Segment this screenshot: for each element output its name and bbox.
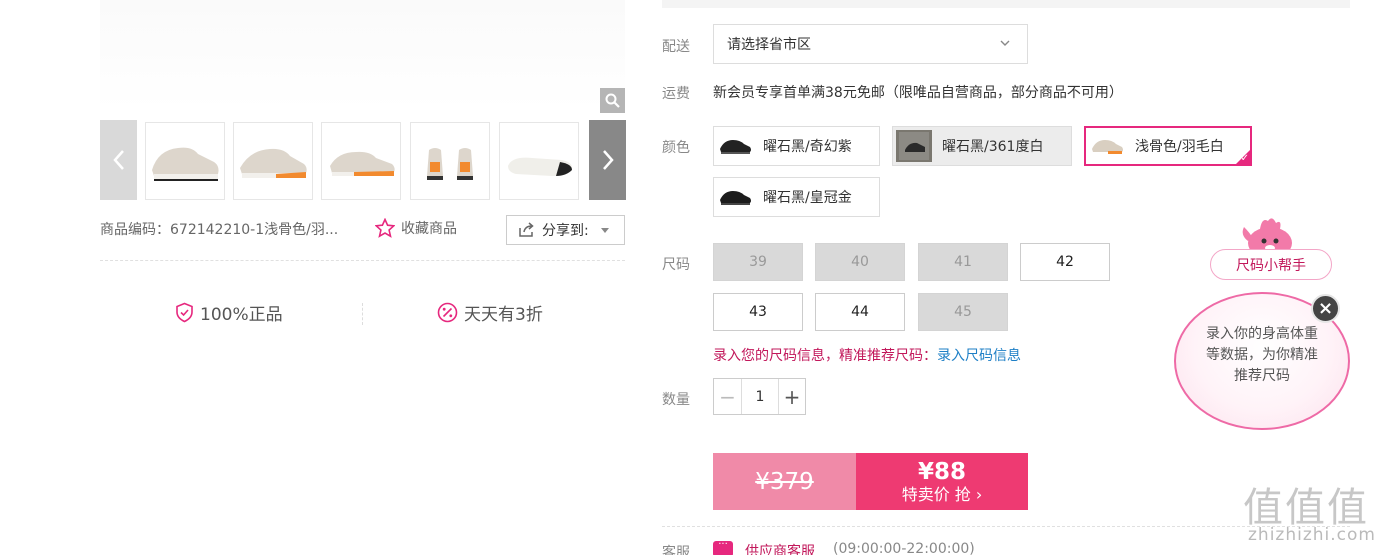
shoe-back-view-icon (427, 148, 473, 180)
service-label: 客服 (662, 545, 690, 555)
thumbnail-1[interactable] (145, 122, 225, 200)
chat-icon[interactable]: ··· (713, 540, 733, 555)
divider (362, 303, 363, 325)
freight-label: 运费 (662, 86, 690, 102)
thumbnail-4[interactable] (410, 122, 490, 200)
delivery-label: 配送 (662, 39, 690, 55)
color-option-label: 浅骨色/羽毛白 (1135, 139, 1224, 155)
quantity-increase-button[interactable]: + (778, 379, 805, 414)
size-option[interactable]: 44 (815, 293, 905, 331)
divider (100, 260, 625, 261)
region-value: 请选择省市区 (727, 37, 811, 53)
main-product-photo[interactable] (100, 0, 625, 110)
percent-badge-icon (437, 302, 458, 323)
freight-text: 新会员专享首单满38元免邮（限唯品自营商品，部分商品不可用） (713, 85, 1123, 101)
quantity-decrease-button[interactable]: − (714, 379, 742, 414)
shoe-thumbnail-icon (717, 130, 753, 162)
close-icon[interactable]: × (1311, 294, 1340, 323)
star-icon (375, 218, 395, 238)
thumbnail-prev-button[interactable] (100, 120, 137, 200)
region-select[interactable]: 请选择省市区 (713, 24, 1028, 64)
zoom-icon[interactable] (600, 88, 625, 113)
thumbnail-next-button[interactable] (589, 120, 626, 200)
favorite-label: 收藏商品 (401, 221, 457, 237)
share-dropdown[interactable]: 分享到: (506, 215, 625, 245)
favorite-button[interactable]: 收藏商品 (375, 218, 457, 238)
color-option-selected[interactable]: 浅骨色/羽毛白 ✓ (1084, 126, 1252, 166)
share-label: 分享到: (542, 223, 589, 239)
size-option-disabled: 45 (918, 293, 1008, 331)
chevron-right-icon (602, 150, 614, 170)
quantity-label: 数量 (662, 392, 690, 408)
size-option-disabled: 40 (815, 243, 905, 281)
shield-check-icon (176, 302, 193, 323)
shoe-thumbnail-icon (1089, 130, 1125, 162)
shoe-photo-icon (896, 130, 932, 162)
watermark-url: zhizhizhi.com (1248, 525, 1376, 545)
price-banner-edge (662, 0, 1350, 8)
supplier-service-link[interactable]: 供应商客服 (745, 541, 815, 555)
shoe-side-view-icon (330, 151, 395, 176)
thumbnail-3[interactable] (321, 122, 401, 200)
shoe-side-view-icon (240, 148, 307, 178)
authentic-label: 100%正品 (200, 305, 283, 325)
sale-label: 特卖价 抢 › (901, 484, 983, 504)
chevron-down-icon (1000, 40, 1010, 46)
quantity-input[interactable]: 1 (742, 379, 778, 414)
enter-size-link[interactable]: 录入尺码信息 (937, 348, 1021, 364)
shoe-side-view-icon (152, 147, 219, 181)
color-option[interactable]: 曜石黑/皇冠金 (713, 177, 880, 217)
size-hint-text: 录入您的尺码信息，精准推荐尺码： (713, 348, 937, 364)
size-helper-title[interactable]: 尺码小帮手 (1210, 249, 1332, 280)
shoe-sole-view-icon (508, 157, 572, 176)
color-option[interactable]: 曜石黑/奇幻紫 (713, 126, 880, 166)
caret-down-icon (600, 227, 609, 233)
thumbnail-2[interactable] (233, 122, 313, 200)
sale-price-block[interactable]: ¥88 特卖价 抢 › (856, 453, 1028, 510)
color-option-label: 曜石黑/奇幻紫 (763, 139, 852, 155)
buy-button[interactable]: ¥379 ¥88 特卖价 抢 › (713, 453, 1028, 510)
product-code: 商品编码：672142210-1浅骨色/羽... (100, 222, 339, 238)
color-option-label: 曜石黑/361度白 (942, 139, 1044, 155)
sale-price: ¥88 (917, 459, 966, 486)
size-hint: 录入您的尺码信息，精准推荐尺码：录入尺码信息 (713, 345, 1021, 365)
color-option-label: 曜石黑/皇冠金 (763, 190, 852, 206)
check-icon: ✓ (1240, 153, 1249, 164)
color-option[interactable]: 曜石黑/361度白 (892, 126, 1072, 166)
size-option[interactable]: 43 (713, 293, 803, 331)
thumbnail-5[interactable] (499, 122, 579, 200)
size-option-disabled: 41 (918, 243, 1008, 281)
size-helper-message: 录入你的身高体重等数据，为你精准推荐尺码 (1206, 326, 1318, 384)
original-price: ¥379 (713, 453, 856, 510)
authentic-guarantee: 100%正品 (175, 300, 283, 325)
color-label: 颜色 (662, 140, 690, 156)
share-icon (519, 222, 534, 237)
size-option[interactable]: 42 (1020, 243, 1110, 281)
chevron-left-icon (112, 150, 124, 170)
size-label: 尺码 (662, 257, 690, 273)
discount-label: 天天有3折 (464, 305, 543, 325)
quantity-stepper: − 1 + (713, 378, 806, 415)
service-hours: (09:00:00-22:00:00) (833, 541, 975, 555)
shoe-thumbnail-icon (717, 181, 753, 213)
discount-promise: 天天有3折 (437, 300, 543, 325)
size-option-disabled: 39 (713, 243, 803, 281)
